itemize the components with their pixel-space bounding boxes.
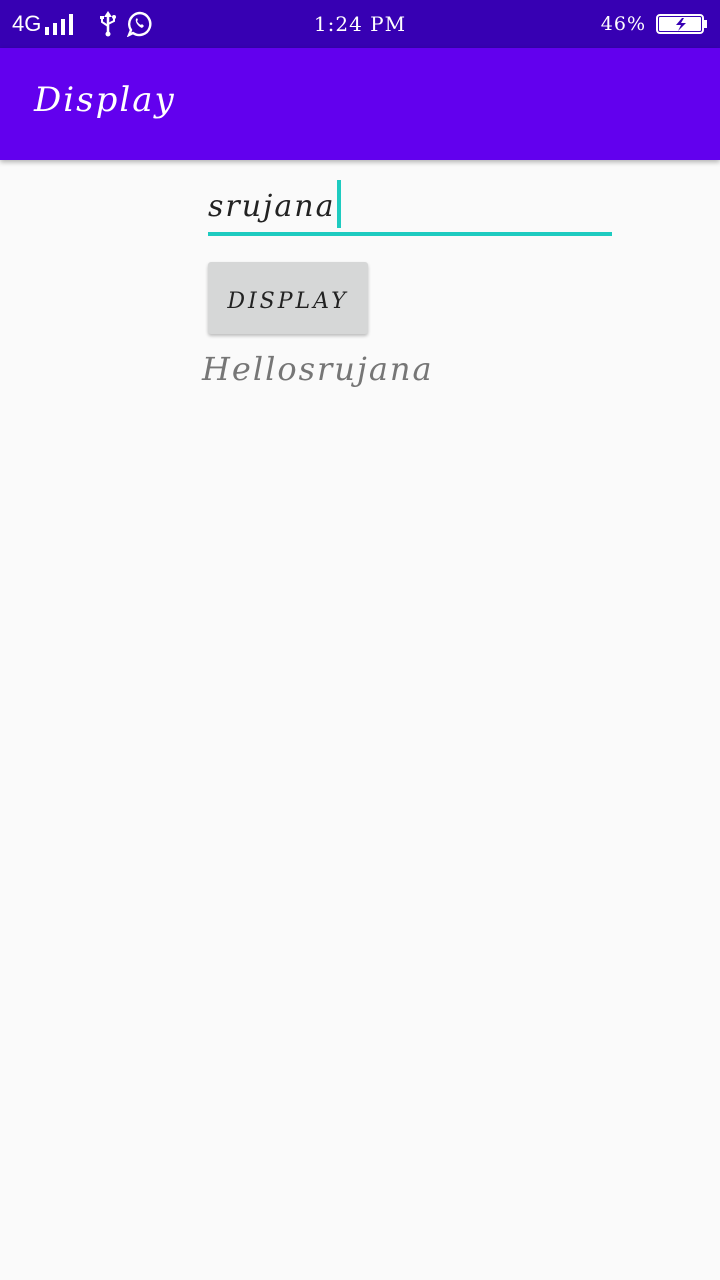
greeting-output: Hellosrujana	[202, 350, 434, 388]
status-right-group: 46%	[601, 0, 708, 48]
text-caret	[337, 180, 342, 228]
battery-percent: 46%	[600, 13, 646, 35]
name-input-value: srujana	[208, 180, 342, 232]
app-title: Display	[34, 80, 176, 120]
status-bar: 4G 1:24 PM 46%	[0, 0, 720, 48]
display-button[interactable]: DISPLAY	[208, 262, 368, 334]
name-input-text: srujana	[208, 189, 336, 224]
name-input[interactable]: srujana	[208, 178, 612, 236]
battery-charging-icon	[656, 13, 708, 35]
app-bar: Display	[0, 48, 720, 160]
